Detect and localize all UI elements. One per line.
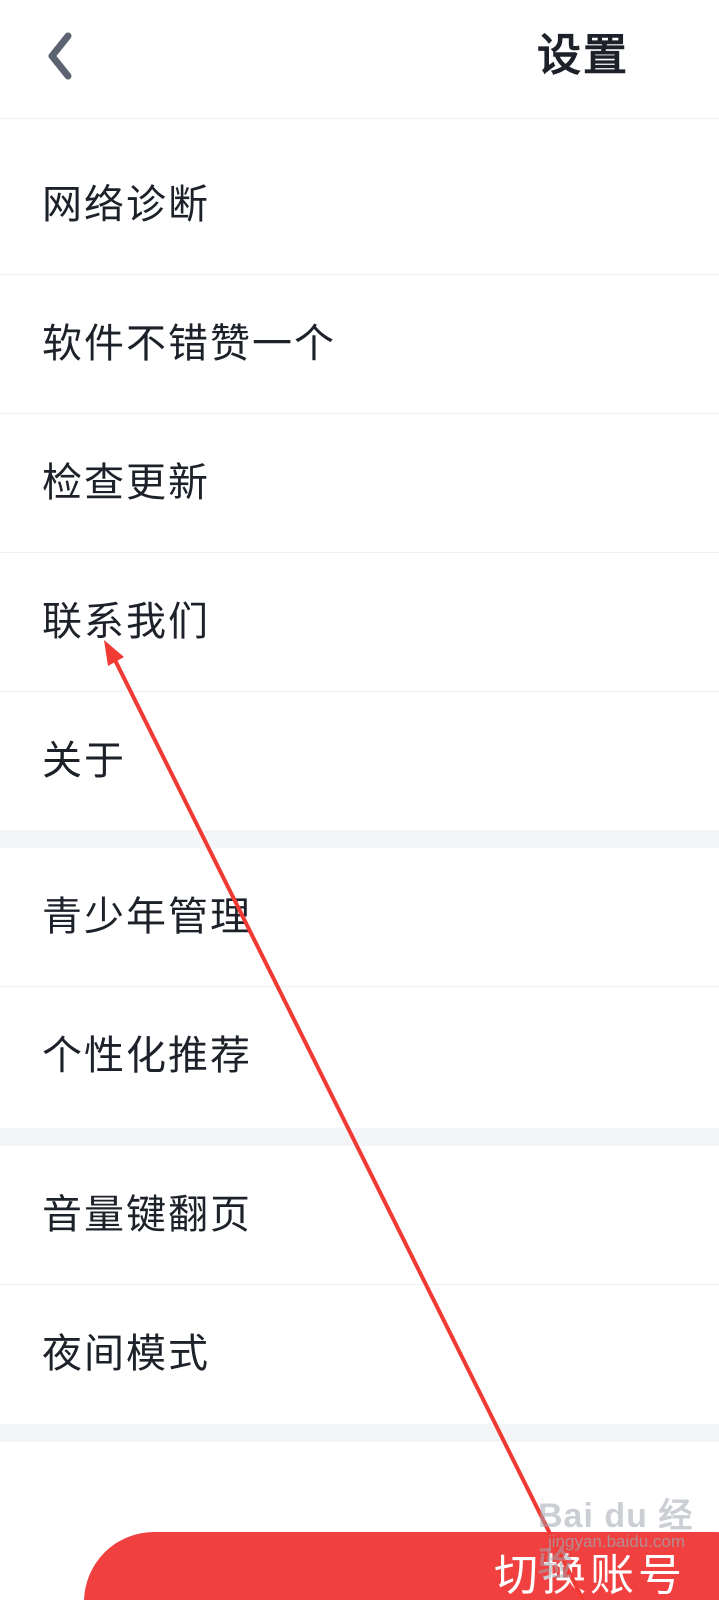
top-bar: 设置 — [0, 0, 719, 119]
row-personalized-recommendation[interactable]: 个性化推荐 — [0, 987, 719, 1125]
row-about[interactable]: 关于 — [0, 692, 719, 830]
row-label: 网络诊断 — [42, 182, 210, 228]
back-button[interactable] — [28, 24, 92, 88]
settings-screen: 设置 网络诊断 软件不错赞一个 检查更新 联系我们 关于 青少年管理 个性化推荐 — [0, 0, 719, 1600]
row-label: 青少年管理 — [42, 894, 252, 940]
section-gap — [0, 1424, 719, 1442]
row-rate-app[interactable]: 软件不错赞一个 — [0, 275, 719, 414]
row-network-diagnosis[interactable]: 网络诊断 — [0, 136, 719, 275]
settings-group-general: 网络诊断 软件不错赞一个 检查更新 联系我们 关于 — [0, 136, 719, 830]
row-contact-us[interactable]: 联系我们 — [0, 553, 719, 692]
row-label: 个性化推荐 — [42, 1033, 252, 1079]
section-gap — [0, 1128, 719, 1146]
row-check-update[interactable]: 检查更新 — [0, 414, 719, 553]
switch-account-button[interactable]: 切换账号 — [84, 1532, 719, 1600]
settings-group-reading: 音量键翻页 夜间模式 — [0, 1146, 719, 1423]
row-night-mode[interactable]: 夜间模式 — [0, 1285, 719, 1423]
row-label: 夜间模式 — [42, 1331, 210, 1377]
row-youth-management[interactable]: 青少年管理 — [0, 848, 719, 987]
row-label: 检查更新 — [42, 460, 210, 506]
page-title: 设置 — [537, 30, 629, 81]
row-volume-key-page-turn[interactable]: 音量键翻页 — [0, 1146, 719, 1285]
chevron-left-icon — [48, 32, 72, 80]
row-label: 关于 — [42, 738, 126, 784]
switch-account-label: 切换账号 — [494, 1550, 686, 1600]
settings-group-content: 青少年管理 个性化推荐 — [0, 848, 719, 1125]
row-label: 软件不错赞一个 — [42, 321, 336, 367]
row-label: 联系我们 — [42, 599, 210, 645]
section-gap — [0, 830, 719, 848]
row-label: 音量键翻页 — [42, 1192, 252, 1238]
